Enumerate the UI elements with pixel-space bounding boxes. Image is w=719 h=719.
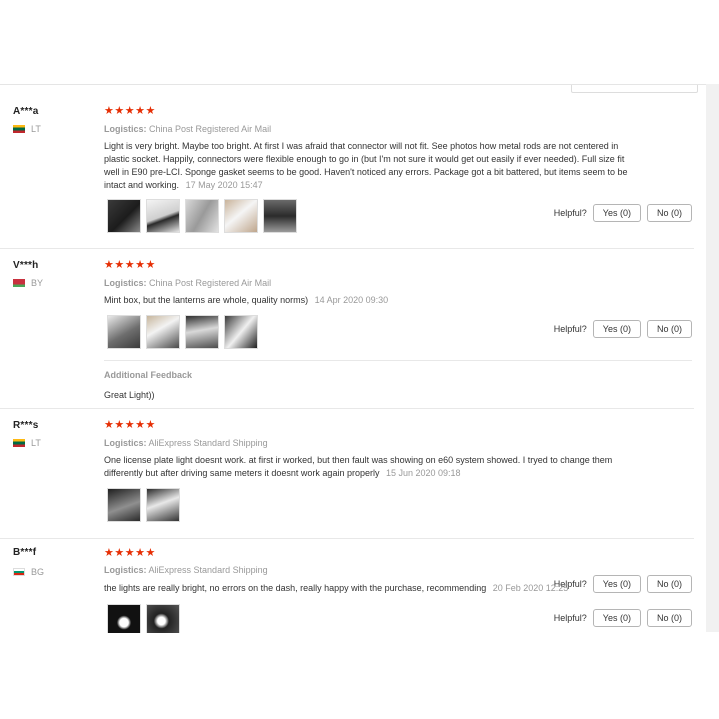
reviewer-country: LT (13, 438, 41, 448)
logistics-label: Logistics: (104, 278, 147, 288)
helpful-row: Helpful? Yes (0) No (0) (554, 204, 692, 222)
logistics-method: AliExpress Standard Shipping (148, 565, 268, 575)
reviewer-country: BY (13, 278, 43, 288)
additional-divider (104, 360, 692, 361)
review-photo[interactable] (107, 488, 141, 522)
review-body: Light is very bright. Maybe too bright. … (104, 141, 628, 190)
logistics-label: Logistics: (104, 565, 147, 575)
reviews-panel: A***a LT ★★★★★ Logistics: China Post Reg… (0, 84, 706, 633)
reviewer-name: R***s (13, 420, 39, 431)
reviewer-name: A***a (13, 106, 39, 117)
helpful-yes-button[interactable]: Yes (0) (592, 204, 641, 222)
flag-icon (13, 568, 25, 576)
review-photo[interactable] (146, 199, 180, 233)
country-code: LT (31, 124, 41, 134)
flag-icon (13, 439, 25, 447)
review-divider (0, 408, 694, 409)
review-body: the lights are really bright, no errors … (104, 583, 487, 593)
reviewer-country: LT (13, 124, 41, 134)
review-date: 20 Feb 2020 12:25 (492, 583, 569, 593)
country-code: BG (31, 567, 45, 577)
logistics-info: Logistics: China Post Registered Air Mai… (104, 124, 271, 134)
review-date: 14 Apr 2020 09:30 (314, 295, 389, 305)
logistics-method: AliExpress Standard Shipping (148, 438, 268, 448)
additional-feedback-text: Great Light)) (104, 390, 155, 400)
review-body: One license plate light doesnt work. at … (104, 455, 613, 478)
review-photos (107, 199, 297, 233)
review-photo[interactable] (107, 199, 141, 233)
review-photo[interactable] (185, 199, 219, 233)
helpful-row: Helpful? Yes (0) No (0) (554, 609, 692, 627)
reviewer-name: B***f (13, 547, 37, 558)
flag-icon (13, 125, 25, 133)
helpful-no-button[interactable]: No (0) (646, 204, 692, 222)
reviewer-country: BG (13, 567, 44, 577)
helpful-label: Helpful? (553, 613, 587, 623)
logistics-label: Logistics: (104, 438, 147, 448)
helpful-no-button[interactable]: No (0) (646, 320, 692, 338)
review-photo[interactable] (224, 315, 258, 349)
helpful-yes-button[interactable]: Yes (0) (592, 320, 641, 338)
review-photo[interactable] (185, 315, 219, 349)
review-text: the lights are really bright, no errors … (104, 582, 634, 595)
sort-select[interactable] (571, 85, 698, 93)
review-divider (0, 248, 694, 249)
flag-icon (13, 279, 25, 287)
review-photo[interactable] (107, 604, 141, 633)
logistics-method: China Post Registered Air Mail (149, 124, 272, 134)
review-photo[interactable] (146, 604, 180, 633)
review-photos (107, 488, 180, 522)
review-photo[interactable] (146, 488, 180, 522)
review-text: Light is very bright. Maybe too bright. … (104, 140, 634, 192)
review-text: Mint box, but the lanterns are whole, qu… (104, 294, 634, 307)
helpful-row: Helpful? Yes (0) No (0) (554, 320, 692, 338)
logistics-info: Logistics: AliExpress Standard Shipping (104, 565, 268, 575)
star-rating: ★★★★★ (104, 105, 156, 117)
country-code: BY (31, 278, 44, 288)
logistics-label: Logistics: (104, 124, 147, 134)
star-rating: ★★★★★ (104, 419, 156, 431)
logistics-info: Logistics: China Post Registered Air Mai… (104, 278, 271, 288)
country-code: LT (31, 438, 41, 448)
review-divider (0, 538, 694, 539)
review-photos (107, 604, 180, 633)
review-body: Mint box, but the lanterns are whole, qu… (104, 295, 309, 305)
review-date: 17 May 2020 15:47 (185, 180, 263, 190)
review-photo[interactable] (107, 315, 141, 349)
helpful-no-button[interactable]: No (0) (646, 575, 692, 593)
review-photo[interactable] (146, 315, 180, 349)
review-text: One license plate light doesnt work. at … (104, 454, 634, 480)
review-photo[interactable] (224, 199, 258, 233)
reviewer-name: V***h (13, 260, 39, 271)
helpful-label: Helpful? (553, 324, 587, 334)
review-photos (107, 315, 258, 349)
review-date: 15 Jun 2020 09:18 (385, 468, 461, 478)
review-photo[interactable] (263, 199, 297, 233)
logistics-method: China Post Registered Air Mail (149, 278, 272, 288)
logistics-info: Logistics: AliExpress Standard Shipping (104, 438, 268, 448)
additional-feedback-title: Additional Feedback (104, 370, 193, 380)
star-rating: ★★★★★ (104, 259, 156, 271)
scrollbar[interactable] (706, 84, 719, 632)
star-rating: ★★★★★ (104, 547, 156, 559)
helpful-no-button[interactable]: No (0) (646, 609, 692, 627)
helpful-label: Helpful? (553, 208, 587, 218)
helpful-yes-button[interactable]: Yes (0) (592, 609, 641, 627)
